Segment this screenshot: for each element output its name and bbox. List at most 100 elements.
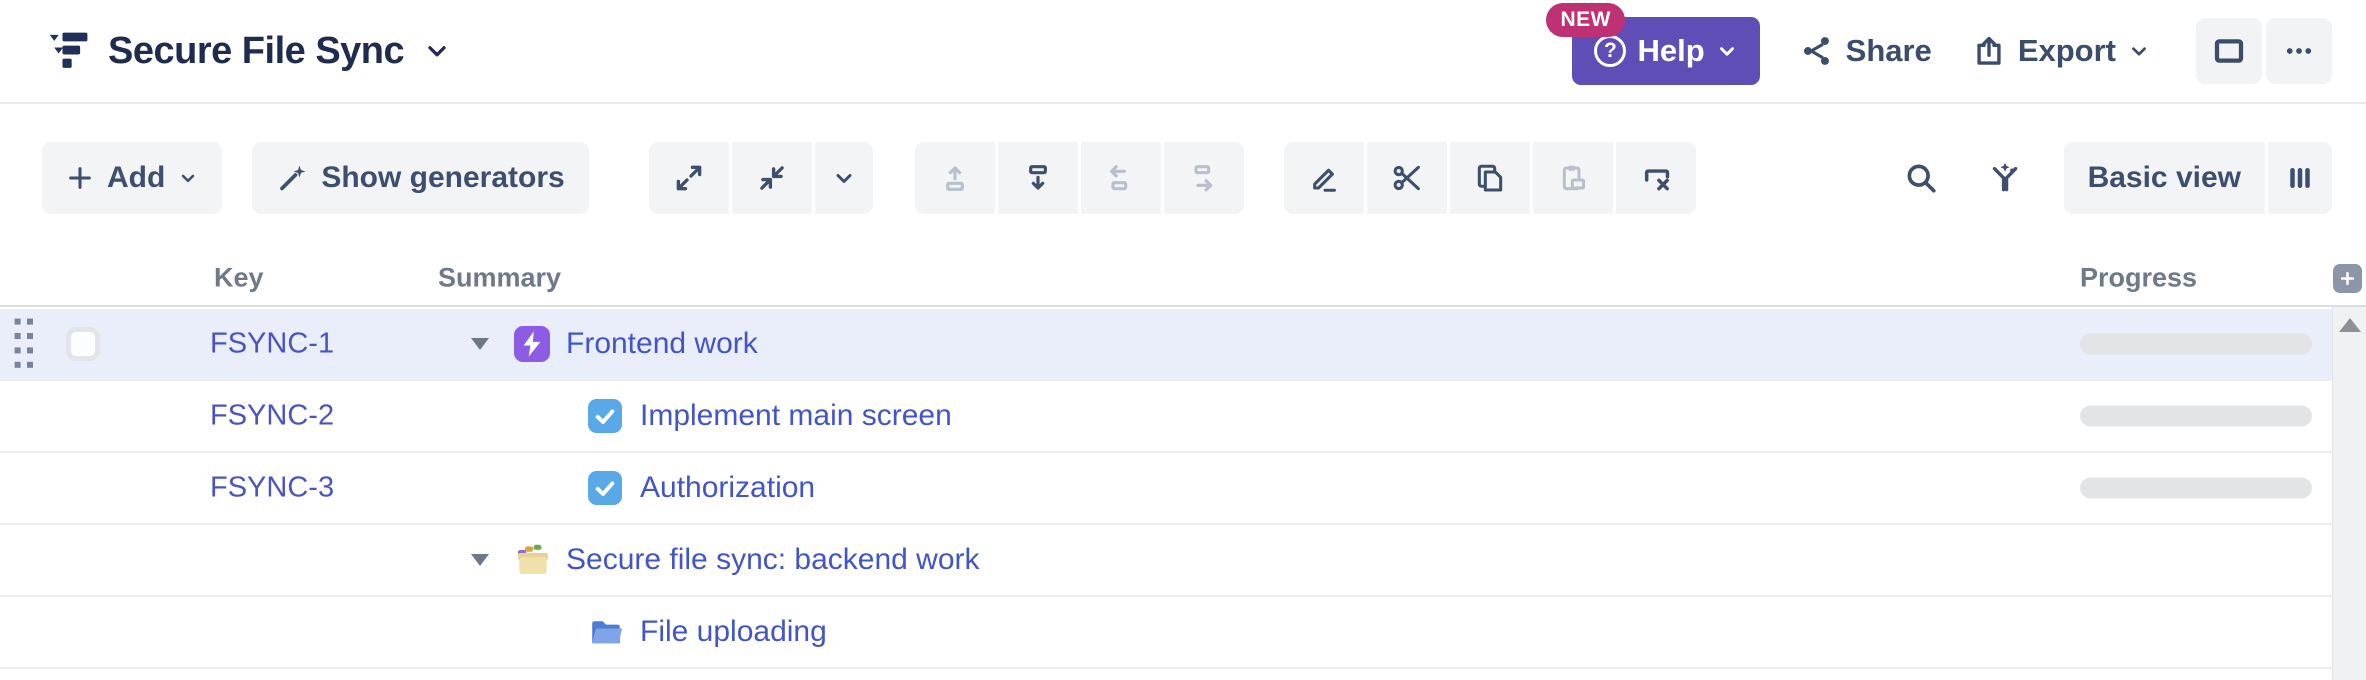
collapse-triangle-icon[interactable] (471, 338, 489, 350)
column-header-summary[interactable]: Summary (438, 262, 561, 293)
issue-key-link[interactable]: FSYNC-1 (210, 328, 334, 361)
outdent-button[interactable] (1081, 142, 1161, 214)
chevron-down-icon (178, 168, 198, 188)
expand-all-button[interactable] (649, 142, 729, 214)
insert-below-icon (1022, 162, 1054, 194)
table-row[interactable]: Secure file sync: backend work (0, 525, 2332, 597)
help-wrap: NEW ? Help (1572, 17, 1759, 85)
task-icon (588, 471, 622, 505)
copy-icon (1474, 162, 1506, 194)
indent-icon (1188, 162, 1220, 194)
column-header-progress[interactable]: Progress (2080, 262, 2197, 293)
table-row[interactable]: FSYNC-2 Implement main screen (0, 381, 2332, 453)
card-box-icon (514, 541, 552, 579)
drag-handle[interactable] (13, 317, 35, 371)
paste-button[interactable] (1533, 142, 1613, 214)
issue-key-link[interactable]: FSYNC-3 (210, 472, 334, 505)
more-options-button[interactable] (2266, 18, 2332, 84)
edit-button[interactable] (1284, 142, 1364, 214)
panel-toggle-button[interactable] (2196, 18, 2262, 84)
collapse-triangle-icon[interactable] (471, 554, 489, 566)
export-up-icon (1972, 34, 2006, 68)
edit-group (1284, 142, 1696, 214)
plus-icon (66, 164, 94, 192)
title-group: Secure File Sync (46, 28, 450, 74)
chevron-down-icon (2128, 40, 2150, 62)
issue-summary-link[interactable]: Frontend work (566, 327, 758, 361)
progress-bar (2080, 406, 2312, 427)
column-header-key[interactable]: Key (214, 262, 264, 293)
remove-icon (1640, 162, 1672, 194)
show-generators-button[interactable]: Show generators (252, 142, 588, 214)
toolbar-right: Basic view (1896, 142, 2332, 214)
columns-button[interactable] (2268, 142, 2332, 214)
search-icon (1904, 161, 1938, 195)
outdent-icon (1105, 162, 1137, 194)
ellipsis-icon (2284, 36, 2314, 66)
structure-toolbar: Add Show generators (0, 106, 2366, 250)
table-row[interactable]: FSYNC-1 Frontend work (0, 309, 2332, 381)
new-badge: NEW (1546, 3, 1625, 37)
magic-wand-icon (276, 162, 308, 194)
export-button[interactable]: Export (1972, 33, 2150, 69)
table-row[interactable]: FSYNC-3 Authorization (0, 453, 2332, 525)
item-summary-link[interactable]: Secure file sync: backend work (566, 543, 980, 577)
copy-button[interactable] (1450, 142, 1530, 214)
folder-icon (588, 614, 624, 650)
issue-summary-link[interactable]: Implement main screen (640, 399, 952, 433)
cut-scissors-icon (1391, 162, 1423, 194)
expand-all-icon (673, 162, 705, 194)
view-switcher-button[interactable]: Basic view (2064, 142, 2265, 214)
expand-collapse-group (649, 142, 873, 214)
collapse-all-button[interactable] (732, 142, 812, 214)
show-generators-label: Show generators (321, 161, 564, 195)
grid-body: FSYNC-1 Frontend work FSYNC-2 Implement … (0, 309, 2332, 669)
share-button[interactable]: Share (1800, 33, 1932, 69)
paste-icon (1557, 162, 1589, 194)
filter-sparkle-icon (1988, 161, 2022, 195)
top-header: Secure File Sync NEW ? Help (0, 0, 2366, 104)
collapse-all-icon (756, 162, 788, 194)
remove-button[interactable] (1616, 142, 1696, 214)
add-button[interactable]: Add (42, 142, 222, 214)
columns-icon (2285, 163, 2315, 193)
scroll-up-arrow-icon[interactable] (2339, 318, 2361, 332)
page-title: Secure File Sync (108, 30, 404, 73)
panel-icon (2213, 35, 2245, 67)
share-nodes-icon (1800, 34, 1834, 68)
question-circle-icon: ? (1594, 35, 1626, 67)
add-column-button[interactable] (2333, 264, 2362, 293)
filter-button[interactable] (1980, 142, 2030, 214)
expand-menu-button[interactable] (815, 142, 873, 214)
move-top-icon (939, 162, 971, 194)
issue-key-link[interactable]: FSYNC-2 (210, 400, 334, 433)
export-label: Export (2018, 33, 2116, 69)
move-group (915, 142, 1244, 214)
chevron-down-icon (1716, 40, 1738, 62)
indent-button[interactable] (1164, 142, 1244, 214)
cut-button[interactable] (1367, 142, 1447, 214)
progress-bar (2080, 334, 2312, 355)
vertical-scrollbar[interactable] (2332, 307, 2366, 680)
share-label: Share (1846, 33, 1932, 69)
epic-icon (514, 326, 550, 362)
add-label: Add (107, 161, 165, 195)
table-row[interactable]: File uploading (0, 597, 2332, 669)
item-summary-link[interactable]: File uploading (640, 615, 827, 649)
task-icon (588, 399, 622, 433)
view-switcher-label: Basic view (2088, 161, 2241, 195)
structure-board: Secure File Sync NEW ? Help (0, 0, 2366, 680)
progress-bar (2080, 478, 2312, 499)
move-top-button[interactable] (915, 142, 995, 214)
search-button[interactable] (1896, 142, 1946, 214)
row-checkbox[interactable] (66, 327, 100, 361)
title-menu-chevron-down-icon[interactable] (424, 38, 450, 64)
help-label: Help (1637, 33, 1704, 69)
top-actions: NEW ? Help Share (1572, 17, 2332, 85)
insert-below-button[interactable] (998, 142, 1078, 214)
edit-pencil-icon (1308, 162, 1340, 194)
view-group: Basic view (2064, 142, 2332, 214)
issue-summary-link[interactable]: Authorization (640, 471, 815, 505)
grid-header: Key Summary Progress (0, 250, 2366, 307)
window-button-group (2196, 18, 2332, 84)
